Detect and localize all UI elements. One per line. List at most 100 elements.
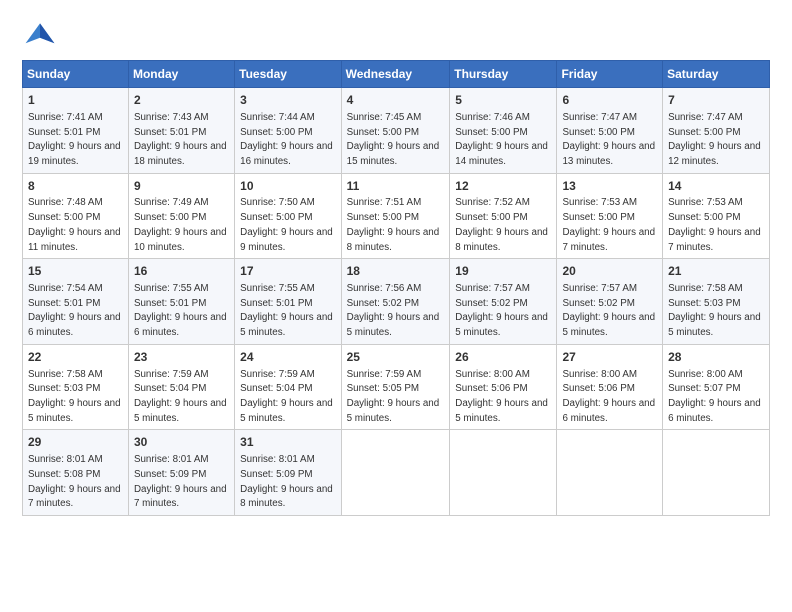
day-cell: 2 Sunrise: 7:43 AMSunset: 5:01 PMDaylight… bbox=[128, 88, 234, 174]
day-cell: 25Sunrise: 7:59 AMSunset: 5:05 PMDayligh… bbox=[341, 344, 450, 430]
calendar-body: 1 Sunrise: 7:41 AMSunset: 5:01 PMDaylight… bbox=[23, 88, 770, 516]
day-cell: 30 Sunrise: 8:01 AMSunset: 5:09 PMDayligh… bbox=[128, 430, 234, 516]
weekday-header-thursday: Thursday bbox=[450, 61, 557, 88]
day-number: 3 bbox=[240, 92, 335, 109]
day-info: Sunrise: 7:43 AMSunset: 5:01 PMDaylight:… bbox=[134, 112, 227, 167]
week-row-5: 29 Sunrise: 8:01 AMSunset: 5:08 PMDayligh… bbox=[23, 430, 770, 516]
weekday-header-tuesday: Tuesday bbox=[235, 61, 341, 88]
day-number: 16 bbox=[134, 263, 229, 280]
day-info: Sunrise: 7:59 AMSunset: 5:04 PMDaylight:… bbox=[240, 369, 333, 424]
day-cell: 4Sunrise: 7:45 AMSunset: 5:00 PMDaylight… bbox=[341, 88, 450, 174]
day-number: 9 bbox=[134, 178, 229, 195]
day-info: Sunrise: 7:49 AMSunset: 5:00 PMDaylight:… bbox=[134, 197, 227, 252]
week-row-1: 1 Sunrise: 7:41 AMSunset: 5:01 PMDaylight… bbox=[23, 88, 770, 174]
day-cell bbox=[341, 430, 450, 516]
day-cell bbox=[663, 430, 770, 516]
day-info: Sunrise: 7:55 AMSunset: 5:01 PMDaylight:… bbox=[240, 283, 333, 338]
day-cell: 27Sunrise: 8:00 AMSunset: 5:06 PMDayligh… bbox=[557, 344, 663, 430]
day-info: Sunrise: 7:52 AMSunset: 5:00 PMDaylight:… bbox=[455, 197, 548, 252]
day-cell: 8 Sunrise: 7:48 AMSunset: 5:00 PMDaylight… bbox=[23, 173, 129, 259]
day-cell: 6Sunrise: 7:47 AMSunset: 5:00 PMDaylight… bbox=[557, 88, 663, 174]
day-cell: 1 Sunrise: 7:41 AMSunset: 5:01 PMDaylight… bbox=[23, 88, 129, 174]
day-cell: 21 Sunrise: 7:58 AMSunset: 5:03 PMDayligh… bbox=[663, 259, 770, 345]
header-row bbox=[22, 18, 770, 54]
day-info: Sunrise: 8:01 AMSunset: 5:08 PMDaylight:… bbox=[28, 454, 121, 509]
day-cell bbox=[450, 430, 557, 516]
day-number: 18 bbox=[347, 263, 445, 280]
day-number: 21 bbox=[668, 263, 764, 280]
day-info: Sunrise: 7:46 AMSunset: 5:00 PMDaylight:… bbox=[455, 112, 548, 167]
day-cell: 15Sunrise: 7:54 AMSunset: 5:01 PMDayligh… bbox=[23, 259, 129, 345]
day-number: 30 bbox=[134, 434, 229, 451]
day-info: Sunrise: 7:59 AMSunset: 5:05 PMDaylight:… bbox=[347, 369, 440, 424]
day-info: Sunrise: 7:55 AMSunset: 5:01 PMDaylight:… bbox=[134, 283, 227, 338]
day-number: 7 bbox=[668, 92, 764, 109]
day-info: Sunrise: 7:58 AMSunset: 5:03 PMDaylight:… bbox=[28, 369, 121, 424]
day-cell: 28 Sunrise: 8:00 AMSunset: 5:07 PMDayligh… bbox=[663, 344, 770, 430]
day-number: 28 bbox=[668, 349, 764, 366]
day-number: 8 bbox=[28, 178, 123, 195]
weekday-header-sunday: Sunday bbox=[23, 61, 129, 88]
day-info: Sunrise: 7:50 AMSunset: 5:00 PMDaylight:… bbox=[240, 197, 333, 252]
day-number: 14 bbox=[668, 178, 764, 195]
day-cell: 11 Sunrise: 7:51 AMSunset: 5:00 PMDayligh… bbox=[341, 173, 450, 259]
day-cell: 10Sunrise: 7:50 AMSunset: 5:00 PMDayligh… bbox=[235, 173, 341, 259]
day-number: 2 bbox=[134, 92, 229, 109]
day-info: Sunrise: 7:59 AMSunset: 5:04 PMDaylight:… bbox=[134, 369, 227, 424]
day-info: Sunrise: 7:51 AMSunset: 5:00 PMDaylight:… bbox=[347, 197, 440, 252]
calendar-table: SundayMondayTuesdayWednesdayThursdayFrid… bbox=[22, 60, 770, 516]
day-cell bbox=[557, 430, 663, 516]
day-cell: 12 Sunrise: 7:52 AMSunset: 5:00 PMDayligh… bbox=[450, 173, 557, 259]
day-info: Sunrise: 7:57 AMSunset: 5:02 PMDaylight:… bbox=[455, 283, 548, 338]
day-number: 31 bbox=[240, 434, 335, 451]
day-info: Sunrise: 7:47 AMSunset: 5:00 PMDaylight:… bbox=[668, 112, 761, 167]
page: SundayMondayTuesdayWednesdayThursdayFrid… bbox=[0, 0, 792, 612]
day-info: Sunrise: 7:57 AMSunset: 5:02 PMDaylight:… bbox=[562, 283, 655, 338]
logo bbox=[22, 18, 64, 54]
day-info: Sunrise: 8:01 AMSunset: 5:09 PMDaylight:… bbox=[134, 454, 227, 509]
day-number: 29 bbox=[28, 434, 123, 451]
day-number: 12 bbox=[455, 178, 551, 195]
day-cell: 9 Sunrise: 7:49 AMSunset: 5:00 PMDaylight… bbox=[128, 173, 234, 259]
day-number: 27 bbox=[562, 349, 657, 366]
day-cell: 26Sunrise: 8:00 AMSunset: 5:06 PMDayligh… bbox=[450, 344, 557, 430]
day-info: Sunrise: 7:56 AMSunset: 5:02 PMDaylight:… bbox=[347, 283, 440, 338]
day-cell: 18 Sunrise: 7:56 AMSunset: 5:02 PMDayligh… bbox=[341, 259, 450, 345]
week-row-4: 22 Sunrise: 7:58 AMSunset: 5:03 PMDayligh… bbox=[23, 344, 770, 430]
day-info: Sunrise: 7:45 AMSunset: 5:00 PMDaylight:… bbox=[347, 112, 440, 167]
day-cell: 13 Sunrise: 7:53 AMSunset: 5:00 PMDayligh… bbox=[557, 173, 663, 259]
day-info: Sunrise: 8:00 AMSunset: 5:06 PMDaylight:… bbox=[455, 369, 548, 424]
logo-icon bbox=[22, 18, 58, 54]
day-number: 23 bbox=[134, 349, 229, 366]
day-cell: 24 Sunrise: 7:59 AMSunset: 5:04 PMDayligh… bbox=[235, 344, 341, 430]
day-cell: 3 Sunrise: 7:44 AMSunset: 5:00 PMDaylight… bbox=[235, 88, 341, 174]
day-number: 13 bbox=[562, 178, 657, 195]
day-cell: 14 Sunrise: 7:53 AMSunset: 5:00 PMDayligh… bbox=[663, 173, 770, 259]
day-number: 5 bbox=[455, 92, 551, 109]
day-info: Sunrise: 7:44 AMSunset: 5:00 PMDaylight:… bbox=[240, 112, 333, 167]
day-info: Sunrise: 8:00 AMSunset: 5:07 PMDaylight:… bbox=[668, 369, 761, 424]
day-cell: 7 Sunrise: 7:47 AMSunset: 5:00 PMDaylight… bbox=[663, 88, 770, 174]
day-info: Sunrise: 8:01 AMSunset: 5:09 PMDaylight:… bbox=[240, 454, 333, 509]
day-info: Sunrise: 7:47 AMSunset: 5:00 PMDaylight:… bbox=[562, 112, 655, 167]
day-info: Sunrise: 7:58 AMSunset: 5:03 PMDaylight:… bbox=[668, 283, 761, 338]
day-number: 17 bbox=[240, 263, 335, 280]
day-info: Sunrise: 7:53 AMSunset: 5:00 PMDaylight:… bbox=[668, 197, 761, 252]
calendar-header: SundayMondayTuesdayWednesdayThursdayFrid… bbox=[23, 61, 770, 88]
day-info: Sunrise: 7:48 AMSunset: 5:00 PMDaylight:… bbox=[28, 197, 121, 252]
weekday-header-row: SundayMondayTuesdayWednesdayThursdayFrid… bbox=[23, 61, 770, 88]
day-number: 1 bbox=[28, 92, 123, 109]
day-cell: 23 Sunrise: 7:59 AMSunset: 5:04 PMDayligh… bbox=[128, 344, 234, 430]
weekday-header-saturday: Saturday bbox=[663, 61, 770, 88]
day-number: 24 bbox=[240, 349, 335, 366]
day-cell: 5 Sunrise: 7:46 AMSunset: 5:00 PMDaylight… bbox=[450, 88, 557, 174]
day-info: Sunrise: 7:53 AMSunset: 5:00 PMDaylight:… bbox=[562, 197, 655, 252]
day-cell: 29 Sunrise: 8:01 AMSunset: 5:08 PMDayligh… bbox=[23, 430, 129, 516]
day-cell: 19Sunrise: 7:57 AMSunset: 5:02 PMDayligh… bbox=[450, 259, 557, 345]
day-cell: 22 Sunrise: 7:58 AMSunset: 5:03 PMDayligh… bbox=[23, 344, 129, 430]
day-cell: 20Sunrise: 7:57 AMSunset: 5:02 PMDayligh… bbox=[557, 259, 663, 345]
day-number: 11 bbox=[347, 178, 445, 195]
day-info: Sunrise: 7:41 AMSunset: 5:01 PMDaylight:… bbox=[28, 112, 121, 167]
day-number: 15 bbox=[28, 263, 123, 280]
day-number: 22 bbox=[28, 349, 123, 366]
